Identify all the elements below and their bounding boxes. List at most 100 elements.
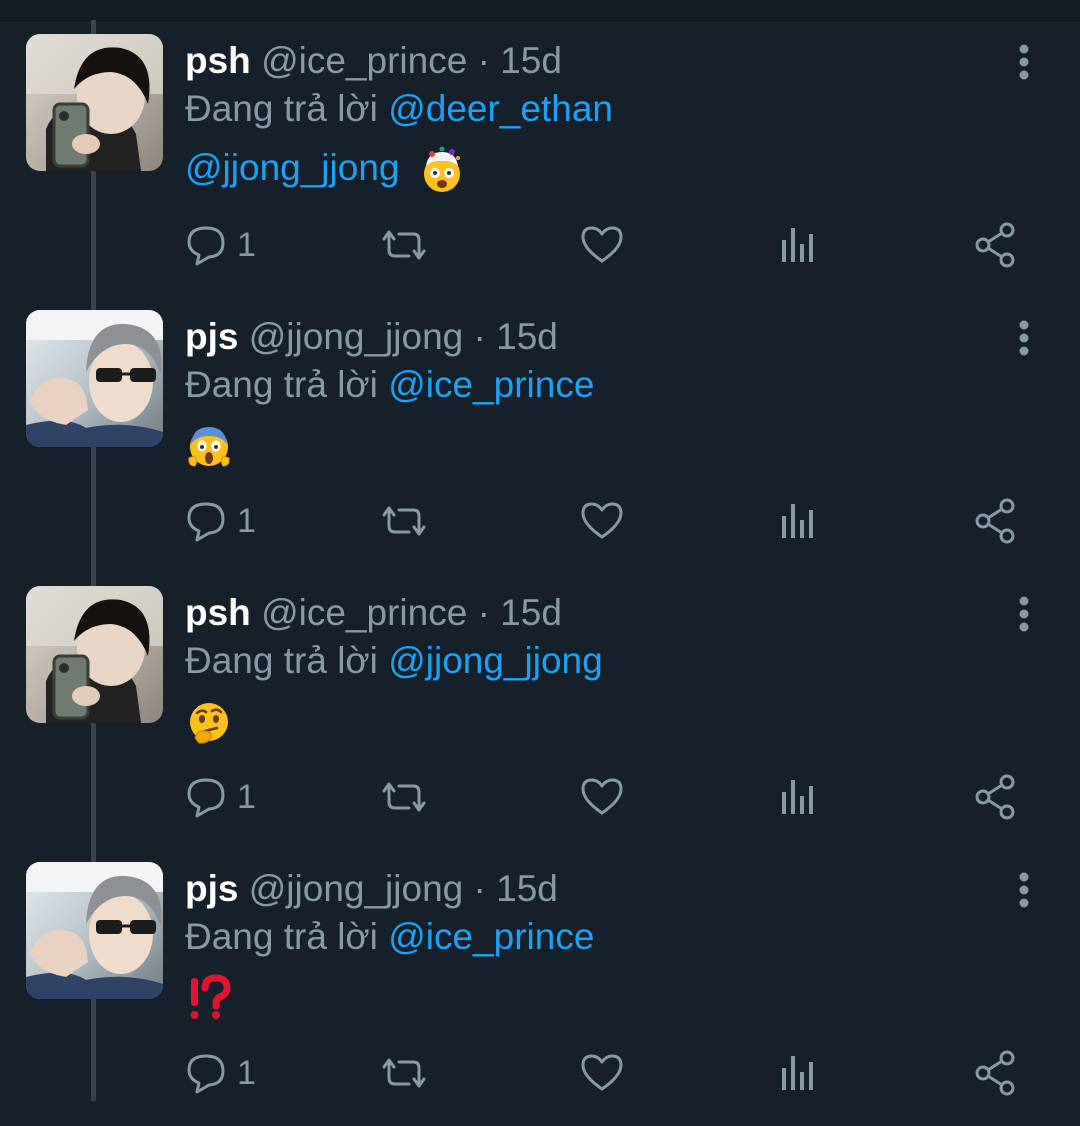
avatar[interactable] — [26, 310, 163, 447]
like-button[interactable] — [579, 220, 625, 270]
display-name[interactable]: pjs — [185, 316, 238, 357]
screaming-face-emoji — [188, 427, 230, 467]
reply-button[interactable]: 1 — [185, 772, 256, 822]
tweet-text — [185, 416, 233, 472]
heart-icon — [581, 778, 623, 815]
separator: · — [473, 316, 486, 357]
tweet-actions: 1 — [185, 772, 1035, 822]
display-name[interactable]: psh — [185, 40, 251, 81]
analytics-icon — [782, 504, 813, 538]
retweet-icon — [382, 782, 426, 812]
analytics-button[interactable] — [778, 496, 818, 546]
share-button[interactable] — [973, 1048, 1019, 1098]
reply-count: 1 — [237, 226, 256, 264]
timestamp[interactable]: 15d — [496, 316, 558, 357]
replying-to: Đang trả lời @ice_prince — [185, 912, 594, 962]
more-vertical-icon[interactable] — [1004, 38, 1044, 98]
tweet-header: psh @ice_prince · 15d — [185, 588, 562, 638]
user-handle[interactable]: @ice_prince — [261, 592, 467, 633]
heart-icon — [581, 1054, 623, 1091]
analytics-icon — [782, 780, 813, 814]
user-handle[interactable]: @jjong_jjong — [249, 316, 463, 357]
replying-prefix: Đang trả lời — [185, 364, 378, 405]
like-button[interactable] — [579, 772, 625, 822]
reply-button[interactable]: 1 — [185, 220, 256, 270]
retweet-icon — [382, 230, 426, 260]
tweet-header: psh @ice_prince · 15d — [185, 36, 562, 86]
avatar[interactable] — [26, 34, 163, 171]
avatar[interactable] — [26, 862, 163, 999]
share-button[interactable] — [973, 496, 1019, 546]
reply-count: 1 — [237, 502, 256, 540]
reply-button[interactable]: 1 — [185, 496, 256, 546]
retweet-icon — [382, 506, 426, 536]
user-handle[interactable]: @ice_prince — [261, 40, 467, 81]
share-icon — [975, 774, 1015, 820]
replying-to-link[interactable]: @ice_prince — [388, 916, 594, 957]
more-vertical-icon[interactable] — [1004, 866, 1044, 926]
tweet-actions: 1 — [185, 220, 1035, 270]
reply-button[interactable]: 1 — [185, 1048, 256, 1098]
replying-to-link[interactable]: @ice_prince — [388, 364, 594, 405]
like-button[interactable] — [579, 1048, 625, 1098]
share-button[interactable] — [973, 220, 1019, 270]
share-icon — [975, 222, 1015, 268]
tweet[interactable]: pjs @jjong_jjong · 15d Đang trả lời @ice… — [0, 298, 1080, 574]
tweet[interactable]: pjs @jjong_jjong · 15d Đang trả lời @ice… — [0, 850, 1080, 1126]
replying-prefix: Đang trả lời — [185, 88, 378, 129]
like-button[interactable] — [579, 496, 625, 546]
share-button[interactable] — [973, 772, 1019, 822]
analytics-button[interactable] — [778, 220, 818, 270]
more-vertical-icon[interactable] — [1004, 590, 1044, 650]
reply-count: 1 — [237, 778, 256, 816]
replying-prefix: Đang trả lời — [185, 640, 378, 681]
reply-count: 1 — [237, 1054, 256, 1092]
timestamp[interactable]: 15d — [500, 40, 562, 81]
retweet-button[interactable] — [381, 1048, 427, 1098]
replying-to-link[interactable]: @deer_ethan — [388, 88, 613, 129]
display-name[interactable]: psh — [185, 592, 251, 633]
replying-to: Đang trả lời @jjong_jjong — [185, 636, 603, 686]
retweet-button[interactable] — [381, 220, 427, 270]
tweet-header: pjs @jjong_jjong · 15d — [185, 312, 558, 362]
retweet-button[interactable] — [381, 772, 427, 822]
analytics-icon — [782, 228, 813, 262]
replying-to-link[interactable]: @jjong_jjong — [388, 640, 602, 681]
replying-prefix: Đang trả lời — [185, 916, 378, 957]
tweet[interactable]: psh @ice_prince · 15d Đang trả lời @deer… — [0, 22, 1080, 298]
timestamp[interactable]: 15d — [500, 592, 562, 633]
share-icon — [975, 1050, 1015, 1096]
display-name[interactable]: pjs — [185, 868, 238, 909]
top-bar — [0, 0, 1080, 21]
tweet[interactable]: psh @ice_prince · 15d Đang trả lời @jjon… — [0, 574, 1080, 850]
replying-to: Đang trả lời @ice_prince — [185, 360, 594, 410]
more-vertical-icon[interactable] — [1004, 314, 1044, 374]
exploding-head-emoji — [423, 146, 460, 193]
tweet-text — [185, 968, 233, 1024]
separator: · — [473, 868, 486, 909]
tweet-text — [185, 692, 233, 748]
user-handle[interactable]: @jjong_jjong — [249, 868, 463, 909]
tweet-header: pjs @jjong_jjong · 15d — [185, 864, 558, 914]
reply-icon — [187, 778, 225, 818]
tweet-actions: 1 — [185, 496, 1035, 546]
heart-icon — [581, 226, 623, 263]
mention-link[interactable]: @jjong_jjong — [185, 147, 399, 188]
reply-icon — [187, 226, 225, 266]
retweet-icon — [382, 1058, 426, 1088]
analytics-button[interactable] — [778, 1048, 818, 1098]
retweet-button[interactable] — [381, 496, 427, 546]
replying-to: Đang trả lời @deer_ethan — [185, 84, 613, 134]
avatar[interactable] — [26, 586, 163, 723]
separator: · — [477, 40, 490, 81]
heart-icon — [581, 502, 623, 539]
reply-icon — [187, 502, 225, 542]
timestamp[interactable]: 15d — [496, 868, 558, 909]
separator: · — [477, 592, 490, 633]
share-icon — [975, 498, 1015, 544]
reply-icon — [187, 1054, 225, 1094]
tweet-text: @jjong_jjong — [185, 140, 466, 196]
analytics-button[interactable] — [778, 772, 818, 822]
thinking-face-emoji — [190, 703, 228, 744]
tweet-actions: 1 — [185, 1048, 1035, 1098]
